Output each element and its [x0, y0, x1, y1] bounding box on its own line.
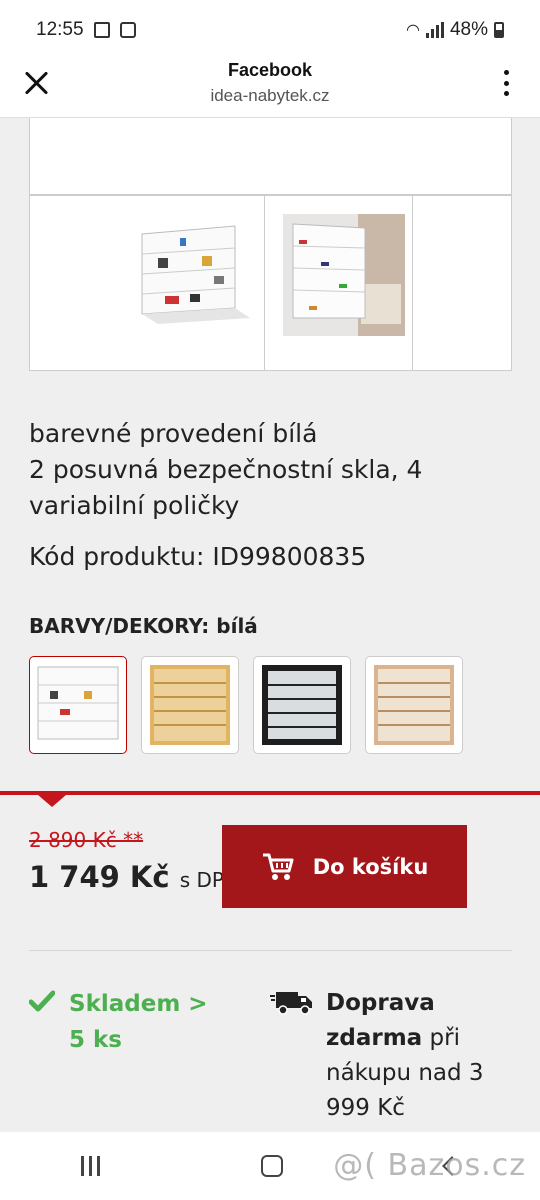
- status-bar: 12:55 ◠ 48%: [0, 0, 540, 60]
- swatch-black[interactable]: [253, 656, 351, 754]
- battery-percent: 48%: [449, 19, 488, 40]
- truck-icon: [270, 992, 312, 1015]
- price-section-divider: [0, 791, 540, 795]
- browser-url[interactable]: idea-nabytek.cz: [0, 86, 540, 106]
- status-time: 12:55: [36, 19, 84, 40]
- stock-status: Skladem > 5 ks: [29, 986, 229, 1058]
- availability-divider: [29, 950, 512, 951]
- browser-title: Facebook: [227, 60, 313, 80]
- swatch-beech[interactable]: [141, 656, 239, 754]
- watermark: @( Bazos.cz: [333, 1148, 526, 1183]
- swatch-sonoma-image: [374, 665, 454, 745]
- thumbnail-1-image: [141, 225, 250, 324]
- swatch-white-image: [37, 666, 119, 740]
- old-price: 2 890 Kč **: [29, 828, 144, 852]
- check-icon: [29, 990, 55, 1012]
- thumbnail-3[interactable]: [413, 196, 511, 370]
- page-content: barevné provedení bílá 2 posuvná bezpečn…: [0, 118, 540, 1132]
- shipping-bold: Doprava zdarma: [326, 990, 435, 1051]
- divider-notch: [38, 795, 66, 807]
- menu-dots-icon[interactable]: [502, 70, 510, 96]
- swatch-sonoma[interactable]: [365, 656, 463, 754]
- wifi-icon: ◠: [406, 22, 420, 39]
- camera-icon: [119, 22, 136, 38]
- shipping-info: Doprava zdarma při nákupu nad 3 999 Kč: [270, 986, 496, 1126]
- battery-icon: [494, 22, 504, 38]
- new-price-value: 1 749 Kč: [29, 860, 170, 894]
- stock-text: Skladem > 5 ks: [69, 991, 208, 1053]
- color-label: BARVY/DEKORY: bílá: [29, 614, 258, 638]
- thumbnail-2-image: [283, 214, 405, 336]
- thumbnail-1[interactable]: [30, 196, 265, 370]
- home-button[interactable]: [261, 1155, 284, 1177]
- swatch-white[interactable]: [29, 656, 127, 754]
- new-price: 1 749 Kč s DPH: [29, 860, 239, 894]
- swatch-black-image: [262, 665, 342, 745]
- add-to-cart-button[interactable]: Do košíku: [222, 825, 467, 908]
- swatch-beech-image: [150, 665, 230, 745]
- thumbnail-2[interactable]: [265, 196, 413, 370]
- product-code: Kód produktu: ID99800835: [29, 542, 367, 571]
- main-product-image[interactable]: [29, 118, 512, 195]
- recent-apps-button[interactable]: [80, 1156, 100, 1176]
- cart-button-label: Do košíku: [312, 854, 429, 879]
- shipping-text: Doprava zdarma při nákupu nad 3 999 Kč: [326, 986, 496, 1126]
- cart-icon: [262, 853, 294, 880]
- product-description: barevné provedení bílá 2 posuvná bezpečn…: [29, 419, 423, 520]
- color-swatches: [29, 656, 463, 754]
- gallery-icon: [93, 22, 110, 38]
- signal-icon: [425, 22, 444, 38]
- browser-header: Facebook idea-nabytek.cz: [0, 60, 540, 118]
- thumbnail-gallery: [29, 195, 512, 371]
